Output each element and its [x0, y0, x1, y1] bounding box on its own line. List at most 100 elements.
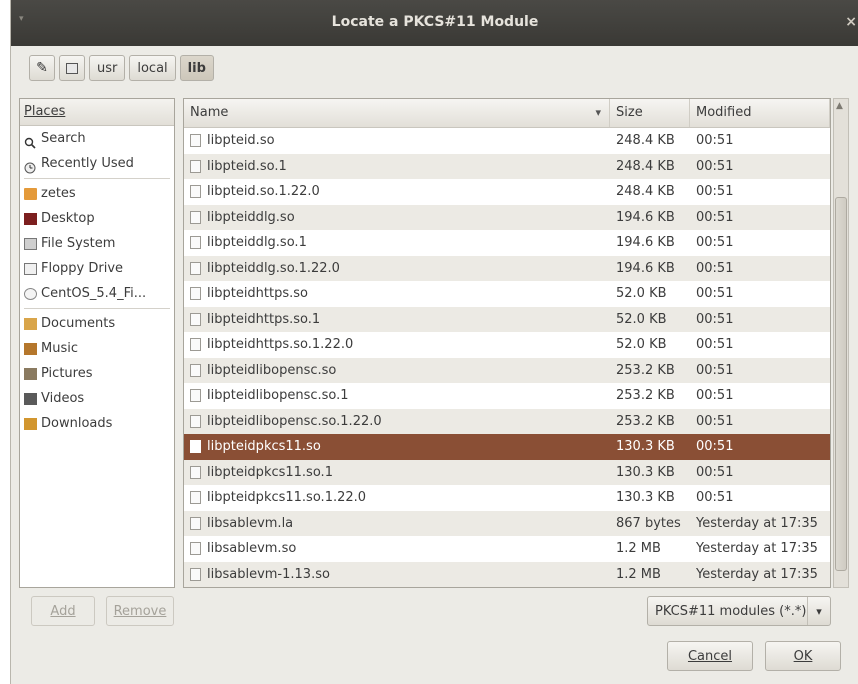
type-location-button[interactable]: ✎ [29, 55, 55, 81]
file-filter-select[interactable]: PKCS#11 modules (*.*) ▾ [647, 596, 831, 626]
file-name: libpteid.so [207, 133, 275, 149]
places-item-desktop[interactable]: Desktop [20, 206, 174, 231]
file-name: libpteiddlg.so.1.22.0 [207, 260, 340, 276]
table-row[interactable]: libpteidlibopensc.so.1 253.2 KB 00:51 [184, 383, 830, 409]
file-name-cell: libsablevm.so [184, 541, 610, 556]
scrollbar-thumb[interactable] [835, 197, 847, 571]
file-name-cell: libpteidpkcs11.so [184, 439, 610, 454]
pictures-folder-icon [24, 367, 37, 380]
table-row[interactable]: libpteid.so 248.4 KB 00:51 [184, 128, 830, 154]
file-size: 130.3 KB [616, 490, 675, 506]
column-modified-header[interactable]: Modified [690, 99, 830, 127]
places-item-label: Documents [41, 316, 116, 331]
cancel-button[interactable]: Cancel [667, 641, 753, 671]
file-name-cell: libpteiddlg.so.1.22.0 [184, 261, 610, 276]
places-item-search[interactable]: Search [20, 126, 174, 151]
places-item-downloads[interactable]: Downloads [20, 411, 174, 436]
table-row[interactable]: libpteiddlg.so.1.22.0 194.6 KB 00:51 [184, 255, 830, 281]
file-list[interactable]: Name ▾ Size Modified libpteid.so 248.4 KB 0… [183, 98, 831, 588]
column-name-header[interactable]: Name ▾ [184, 99, 610, 127]
file-modified: 00:51 [696, 184, 734, 200]
table-row[interactable]: libsablevm.la 867 bytes Yesterday at 17:35 [184, 510, 830, 536]
file-name: libpteiddlg.so [207, 209, 295, 225]
crumb-local[interactable]: local [129, 55, 176, 81]
file-name-cell: libpteid.so.1 [184, 159, 610, 174]
file-rows: libpteid.so 248.4 KB 00:51 libpteid.so.1 248… [184, 128, 830, 587]
file-size: 194.6 KB [616, 260, 675, 276]
file-name-cell: libpteidpkcs11.so.1.22.0 [184, 490, 610, 505]
scroll-up-icon[interactable]: ▲ [836, 101, 843, 111]
file-icon [190, 312, 201, 326]
places-item-recently-used[interactable]: Recently Used [20, 151, 174, 176]
documents-folder-icon [24, 317, 37, 330]
places-header[interactable]: Places [20, 99, 174, 126]
file-size: 867 bytes [616, 515, 681, 531]
table-row[interactable]: libpteidpkcs11.so.1 130.3 KB 00:51 [184, 459, 830, 485]
file-size: 194.6 KB [616, 235, 675, 251]
downloads-folder-icon [24, 417, 37, 430]
places-item-floppy-drive[interactable]: Floppy Drive [20, 256, 174, 281]
file-icon [190, 542, 201, 556]
ok-button[interactable]: OK [765, 641, 841, 671]
title-bar[interactable]: ▾ Locate a PKCS#11 Module × [11, 0, 858, 46]
file-size: 52.0 KB [616, 286, 667, 302]
file-modified: 00:51 [696, 362, 734, 378]
home-folder-icon [24, 187, 37, 200]
crumb-lib[interactable]: lib [179, 55, 214, 81]
filesystem-root-button[interactable] [59, 55, 85, 81]
places-item-cdrom[interactable]: CentOS_5.4_Fi... [20, 281, 174, 306]
file-size: 130.3 KB [616, 464, 675, 480]
column-size-header[interactable]: Size [610, 99, 690, 127]
file-modified: 00:51 [696, 133, 734, 149]
file-modified: Yesterday at 17:35 [696, 515, 818, 531]
add-button[interactable]: Add [31, 596, 95, 626]
places-item-file-system[interactable]: File System [20, 231, 174, 256]
file-name-cell: libsablevm-1.13.so [184, 567, 610, 582]
places-item-label: Pictures [41, 366, 93, 381]
places-item-videos[interactable]: Videos [20, 386, 174, 411]
file-modified: 00:51 [696, 209, 734, 225]
file-size: 130.3 KB [616, 439, 675, 455]
file-size: 253.2 KB [616, 413, 675, 429]
places-item-label: Search [41, 131, 86, 146]
file-size: 248.4 KB [616, 133, 675, 149]
file-name: libpteidhttps.so.1.22.0 [207, 337, 354, 353]
places-item-music[interactable]: Music [20, 336, 174, 361]
table-row[interactable]: libsablevm.so 1.2 MB Yesterday at 17:35 [184, 536, 830, 562]
places-item-documents[interactable]: Documents [20, 311, 174, 336]
file-name: libpteidhttps.so [207, 286, 309, 302]
file-name-cell: libsablevm.la [184, 516, 610, 531]
places-item-pictures[interactable]: Pictures [20, 361, 174, 386]
table-row[interactable]: libpteidlibopensc.so 253.2 KB 00:51 [184, 357, 830, 383]
table-row[interactable]: libpteidlibopensc.so.1.22.0 253.2 KB 00:51 [184, 408, 830, 434]
close-icon[interactable]: × [845, 14, 857, 30]
places-item-zetes[interactable]: zetes [20, 181, 174, 206]
file-name-cell: libpteid.so [184, 133, 610, 148]
places-item-label: Floppy Drive [41, 261, 124, 276]
places-item-label: Recently Used [41, 156, 134, 171]
table-row[interactable]: libpteidhttps.so.1 52.0 KB 00:51 [184, 306, 830, 332]
table-row[interactable]: libpteiddlg.so 194.6 KB 00:51 [184, 204, 830, 230]
file-size: 253.2 KB [616, 388, 675, 404]
file-icon [190, 567, 201, 581]
table-row[interactable]: libsablevm-1.13.so 1.2 MB Yesterday at 17:… [184, 561, 830, 587]
table-row[interactable]: libpteidhttps.so 52.0 KB 00:51 [184, 281, 830, 307]
file-modified: 00:51 [696, 311, 734, 327]
places-item-label: File System [41, 236, 116, 251]
table-row-selected[interactable]: libpteidpkcs11.so 130.3 KB 00:51 [184, 434, 830, 460]
file-icon [190, 159, 201, 173]
table-row[interactable]: libpteidpkcs11.so.1.22.0 130.3 KB 00:51 [184, 485, 830, 511]
file-name: libpteidlibopensc.so.1.22.0 [207, 413, 382, 429]
file-list-scrollbar[interactable]: ▲ [833, 98, 849, 588]
crumb-usr[interactable]: usr [89, 55, 126, 81]
table-row[interactable]: libpteid.so.1.22.0 248.4 KB 00:51 [184, 179, 830, 205]
file-name: libpteiddlg.so.1 [207, 235, 307, 251]
table-row[interactable]: libpteidhttps.so.1.22.0 52.0 KB 00:51 [184, 332, 830, 358]
file-modified: 00:51 [696, 388, 734, 404]
pencil-icon: ✎ [36, 60, 48, 76]
remove-button[interactable]: Remove [106, 596, 174, 626]
places-item-label: Videos [41, 391, 85, 406]
file-modified: 00:51 [696, 490, 734, 506]
table-row[interactable]: libpteid.so.1 248.4 KB 00:51 [184, 153, 830, 179]
table-row[interactable]: libpteiddlg.so.1 194.6 KB 00:51 [184, 230, 830, 256]
